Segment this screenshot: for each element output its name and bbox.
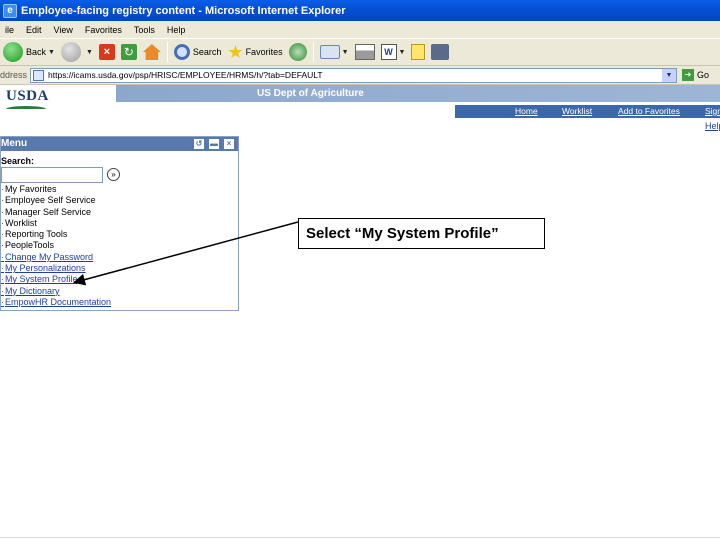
pointer-arrow (73, 221, 299, 286)
status-divider (0, 537, 720, 538)
arrow-line (73, 221, 299, 286)
